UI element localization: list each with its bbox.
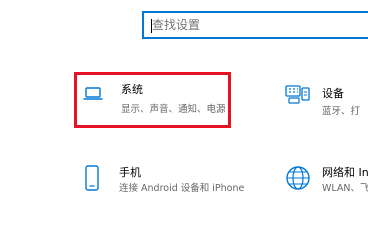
keyboard-printer-icon <box>285 84 311 110</box>
tile-devices-description: 蓝牙、打 <box>322 106 361 117</box>
tile-system[interactable]: 系统 显示、声音、通知、电源 <box>74 72 231 128</box>
settings-window: 系统 显示、声音、通知、电源 设备 蓝牙、打 手机 连接 Android 设备和… <box>0 0 368 242</box>
tile-network[interactable]: 网络和 Int WLAN、飞 <box>280 160 368 212</box>
tile-phone-description: 连接 Android 设备和 iPhone <box>119 183 245 194</box>
laptop-icon <box>83 84 103 108</box>
search-input[interactable] <box>144 13 368 37</box>
tile-devices[interactable]: 设备 蓝牙、打 <box>280 75 368 127</box>
globe-icon <box>285 165 311 195</box>
tile-system-title: 系统 <box>121 83 143 96</box>
text-caret <box>151 19 152 33</box>
tile-system-description: 显示、声音、通知、电源 <box>121 104 226 115</box>
tile-phone[interactable]: 手机 连接 Android 设备和 iPhone <box>77 160 277 212</box>
search-box[interactable] <box>142 11 368 39</box>
tile-phone-title: 手机 <box>119 166 141 179</box>
tile-network-title: 网络和 Int <box>322 166 368 179</box>
phone-icon <box>84 165 100 195</box>
tile-devices-title: 设备 <box>322 87 344 100</box>
tile-network-description: WLAN、飞 <box>322 183 368 194</box>
